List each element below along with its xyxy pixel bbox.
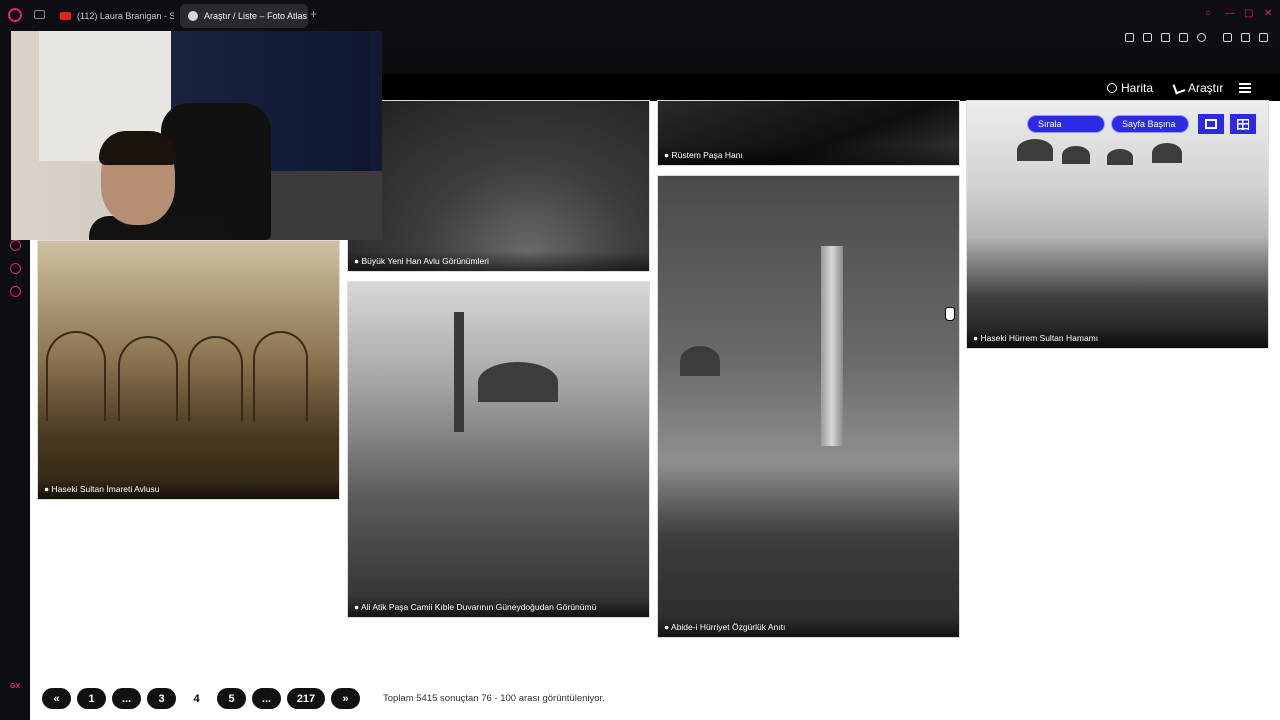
shield-icon[interactable]: [1161, 33, 1170, 42]
photo-caption: ● Ali Atik Paşa Camii Kıble Duvarının Gü…: [348, 597, 649, 617]
map-link-label: Harita: [1121, 81, 1154, 95]
results-summary: Toplam 5415 sonuçtan 76 - 100 arası görü…: [383, 693, 605, 704]
photo-card[interactable]: ● Ali Atik Paşa Camii Kıble Duvarının Gü…: [347, 281, 650, 618]
snapshot-icon[interactable]: [1143, 33, 1152, 42]
tab-label: Araştır / Liste – Foto Atlas: [204, 11, 308, 21]
history-icon[interactable]: [10, 240, 21, 251]
tab-foto-atlas[interactable]: Araştır / Liste – Foto Atlas: [180, 4, 308, 28]
page-button[interactable]: 5: [217, 688, 246, 709]
new-tab-button[interactable]: +: [310, 7, 317, 21]
map-view-button[interactable]: [1198, 114, 1224, 134]
workspaces-icon[interactable]: [34, 10, 45, 19]
minimize-icon[interactable]: —: [1225, 8, 1235, 19]
tab-label: (112) Laura Branigan - Sel: [77, 11, 174, 21]
grid-icon: [1237, 118, 1249, 130]
photo-card[interactable]: ● Haseki Sultan İmareti Avlusu: [37, 240, 340, 500]
page-button[interactable]: 1: [77, 688, 106, 709]
play-icon[interactable]: [1179, 33, 1188, 42]
heart-icon[interactable]: [1197, 33, 1206, 42]
page-size-select[interactable]: Sayfa Başına: [1111, 115, 1189, 133]
photo-image: [348, 101, 649, 271]
photo-image: [658, 176, 959, 637]
page-ellipsis[interactable]: ...: [252, 688, 281, 709]
photo-caption: ● Haseki Hürrem Sultan Hamamı: [967, 328, 1268, 348]
photo-image: [967, 101, 1268, 348]
next-page-button[interactable]: »: [331, 688, 360, 709]
tab-youtube[interactable]: (112) Laura Branigan - Sel: [52, 4, 174, 28]
page-button[interactable]: 3: [147, 688, 176, 709]
photo-card[interactable]: ● Büyük Yeni Han Avlu Görünümleri: [347, 100, 650, 272]
photo-caption: ● Haseki Sultan İmareti Avlusu: [38, 479, 339, 499]
photo-caption: ● Abide-i Hürriyet Özgürlük Anıtı: [658, 617, 959, 637]
mouse-cursor-icon: [945, 307, 955, 321]
settings-icon[interactable]: [10, 286, 21, 297]
opera-logo-icon[interactable]: [8, 8, 22, 22]
download-icon[interactable]: [1241, 33, 1250, 42]
search-link-label: Araştır: [1188, 81, 1224, 95]
restore-icon[interactable]: ▢: [1244, 8, 1253, 19]
youtube-icon: [60, 12, 71, 20]
grid-view-button[interactable]: [1230, 114, 1256, 134]
photo-image: [348, 282, 649, 617]
photo-caption: ● Rüstem Paşa Hanı: [658, 145, 959, 165]
sort-select-label: Sırala: [1038, 119, 1062, 129]
account-icon[interactable]: [1223, 33, 1232, 42]
extensions-icon[interactable]: [10, 263, 21, 274]
search-icon[interactable]: ○: [1205, 8, 1211, 19]
menu-icon[interactable]: [1259, 33, 1268, 42]
page-button-active[interactable]: 4: [182, 688, 211, 709]
gx-label: GX: [10, 683, 21, 690]
browser-tab-bar: (112) Laura Branigan - Sel Araştır / Lis…: [0, 0, 1280, 30]
foto-atlas-favicon-icon: [188, 11, 198, 21]
pin-icon[interactable]: [1125, 33, 1134, 42]
photo-card[interactable]: ● Haseki Hürrem Sultan Hamamı: [966, 100, 1269, 349]
map-icon: [1205, 119, 1217, 129]
photo-card[interactable]: ● Abide-i Hürriyet Özgürlük Anıtı: [657, 175, 960, 638]
webcam-overlay: [11, 31, 382, 240]
page-button[interactable]: 217: [287, 688, 325, 709]
search-person-icon: [1172, 81, 1186, 95]
prev-page-button[interactable]: «: [42, 688, 71, 709]
page-size-select-label: Sayfa Başına: [1122, 119, 1176, 129]
hamburger-icon[interactable]: [1239, 83, 1251, 93]
page-ellipsis[interactable]: ...: [112, 688, 141, 709]
photo-image: [38, 241, 339, 499]
close-icon[interactable]: ✕: [1264, 8, 1272, 19]
sort-select[interactable]: Sırala: [1027, 115, 1105, 133]
map-link[interactable]: Harita: [1107, 81, 1153, 95]
pagination: « 1 ... 3 4 5 ... 217 »: [42, 688, 360, 709]
photo-card[interactable]: ● Rüstem Paşa Hanı: [657, 100, 960, 166]
photo-caption: ● Büyük Yeni Han Avlu Görünümleri: [348, 251, 649, 271]
globe-icon: [1107, 83, 1117, 93]
search-link[interactable]: Araştır: [1172, 81, 1224, 95]
